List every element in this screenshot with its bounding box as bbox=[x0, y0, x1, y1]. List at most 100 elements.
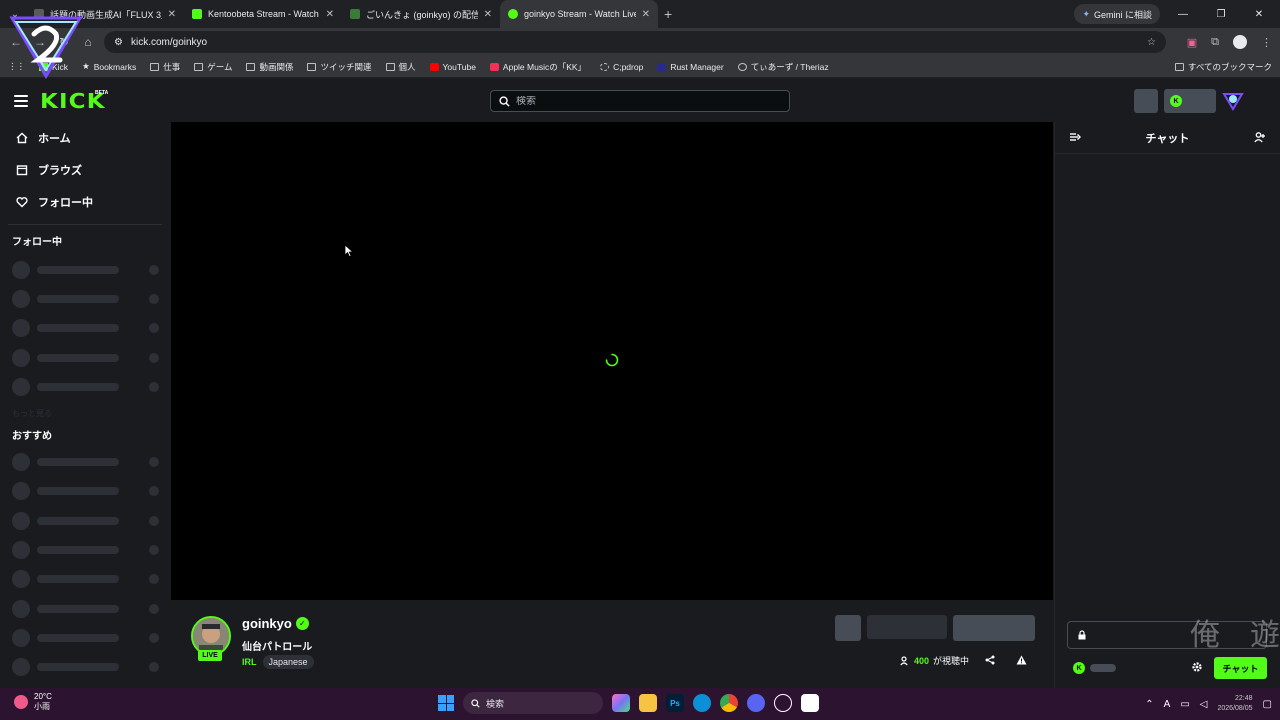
channel-skeleton[interactable] bbox=[0, 447, 170, 476]
obs-icon[interactable] bbox=[774, 694, 792, 712]
weather-widget[interactable]: 20°C 小雨 bbox=[14, 692, 52, 712]
gemini-button[interactable]: ✦ Gemini に相談 bbox=[1074, 4, 1160, 24]
show-more-link[interactable]: もっと見る bbox=[0, 401, 170, 425]
bookmark-item[interactable]: てぃあーず / Theriaz bbox=[737, 61, 829, 73]
bookmark-item[interactable]: YouTube bbox=[429, 62, 476, 72]
collapse-chat-icon[interactable] bbox=[1069, 131, 1081, 143]
channel-skeleton[interactable] bbox=[0, 506, 170, 535]
sidebar-item-following[interactable]: フォロー中 bbox=[0, 186, 170, 218]
chat-input[interactable] bbox=[1067, 621, 1267, 649]
discord-icon[interactable] bbox=[747, 694, 765, 712]
new-tab-button[interactable]: + bbox=[664, 6, 672, 22]
ime-icon[interactable]: A bbox=[1164, 699, 1171, 710]
bookmark-folder[interactable]: 個人 bbox=[385, 61, 416, 73]
streamer-name[interactable]: goinkyo ✓ bbox=[242, 616, 309, 631]
channel-skeleton[interactable] bbox=[0, 255, 170, 284]
user-avatar[interactable] bbox=[1222, 90, 1244, 112]
category-link[interactable]: IRL bbox=[242, 657, 257, 667]
file-explorer-icon[interactable] bbox=[639, 694, 657, 712]
bookmark-item[interactable]: Kick bbox=[39, 62, 68, 72]
site-info-icon[interactable]: ⚙ bbox=[114, 37, 123, 48]
skeleton-avatar bbox=[12, 541, 30, 560]
notification-button[interactable] bbox=[835, 615, 861, 641]
back-button[interactable]: ← bbox=[4, 35, 28, 49]
close-icon[interactable]: ✕ bbox=[168, 9, 176, 20]
channel-skeleton[interactable] bbox=[0, 372, 170, 401]
browser-tab[interactable]: ごいんきょ (goinkyo) の配信統計 | ✕ bbox=[342, 0, 500, 28]
bookmark-item[interactable]: Rust Manager bbox=[657, 62, 724, 72]
header-skeleton-button[interactable] bbox=[1134, 89, 1158, 113]
subscribe-button[interactable] bbox=[953, 615, 1035, 641]
bookmark-folder[interactable]: 仕事 bbox=[150, 61, 180, 73]
clock[interactable]: 22:48 2026/08/05 bbox=[1218, 694, 1253, 714]
address-bar[interactable]: ⚙ kick.com/goinkyo ☆ bbox=[104, 31, 1166, 53]
browser-tab-active[interactable]: goinkyo Stream - Watch Live on ✕ bbox=[500, 0, 658, 28]
bookmark-item[interactable]: Apple Musicの「KK」 bbox=[489, 61, 586, 73]
copilot-icon[interactable] bbox=[612, 694, 630, 712]
follow-button[interactable] bbox=[867, 615, 947, 639]
close-icon[interactable]: ✕ bbox=[326, 9, 334, 20]
skeleton-dot bbox=[149, 603, 159, 614]
sidebar-item-browse[interactable]: ブラウズ bbox=[0, 154, 170, 186]
network-icon[interactable]: ▭ bbox=[1180, 699, 1189, 710]
channel-skeleton[interactable] bbox=[0, 565, 170, 594]
search-box[interactable] bbox=[490, 90, 790, 112]
bookmark-star-icon[interactable]: ☆ bbox=[1147, 37, 1156, 48]
sparkle-icon: ✦ bbox=[1082, 8, 1090, 19]
all-bookmarks-button[interactable]: すべてのブックマーク bbox=[1174, 56, 1272, 78]
bookmark-item[interactable]: ★ Bookmarks bbox=[82, 61, 136, 72]
minimize-button[interactable]: — bbox=[1168, 9, 1198, 20]
bookmark-folder[interactable]: ツイッチ関連 bbox=[307, 61, 372, 73]
skeleton-dot bbox=[149, 545, 159, 556]
close-icon[interactable]: ✕ bbox=[484, 9, 492, 20]
channel-skeleton[interactable] bbox=[0, 535, 170, 564]
apps-grid-icon[interactable]: ⋮⋮ bbox=[8, 61, 25, 72]
share-icon[interactable] bbox=[985, 655, 995, 665]
channel-skeleton[interactable] bbox=[0, 284, 170, 313]
bookmark-item[interactable]: C;pdrop bbox=[600, 62, 643, 72]
channel-skeleton[interactable] bbox=[0, 623, 170, 652]
chevron-up-icon[interactable]: ⌃ bbox=[1145, 699, 1153, 710]
volume-icon[interactable]: ◁ bbox=[1200, 699, 1208, 710]
photoshop-icon[interactable]: Ps bbox=[666, 694, 684, 712]
chat-users-icon[interactable] bbox=[1254, 131, 1266, 143]
chat-balance[interactable]: K bbox=[1073, 662, 1116, 674]
home-button[interactable]: ⌂ bbox=[76, 35, 100, 49]
tab-search-button[interactable]: ⌄ bbox=[4, 3, 26, 25]
menu-icon[interactable] bbox=[14, 95, 28, 107]
windows-start-icon[interactable] bbox=[438, 695, 454, 711]
settings-gear-icon[interactable] bbox=[1191, 661, 1203, 673]
close-window-button[interactable]: ✕ bbox=[1244, 9, 1274, 20]
edge-icon[interactable] bbox=[693, 694, 711, 712]
r-icon bbox=[657, 62, 667, 71]
forward-button[interactable]: → bbox=[28, 35, 52, 49]
search-input[interactable] bbox=[516, 95, 781, 107]
skeleton-text bbox=[37, 458, 119, 467]
profile-avatar[interactable] bbox=[1233, 35, 1247, 49]
browser-tab[interactable]: Kentoobeta Stream - Watch Live ✕ bbox=[184, 0, 342, 28]
channel-skeleton[interactable] bbox=[0, 314, 170, 343]
skeleton-avatar bbox=[12, 482, 30, 501]
language-tag[interactable]: Japanese bbox=[262, 655, 314, 669]
reload-button[interactable]: ↻ bbox=[52, 35, 76, 49]
report-warning-icon[interactable] bbox=[1016, 655, 1027, 665]
chat-send-button[interactable]: チャット bbox=[1214, 657, 1267, 679]
kick-balance-button[interactable]: K bbox=[1164, 89, 1216, 113]
taskbar-search[interactable]: 検索 bbox=[463, 692, 603, 714]
notification-icon[interactable]: ▢ bbox=[1263, 699, 1272, 710]
channel-skeleton[interactable] bbox=[0, 343, 170, 372]
menu-kebab-icon[interactable]: ⋮ bbox=[1261, 36, 1272, 49]
extensions-puzzle-icon[interactable]: ⧉ bbox=[1211, 36, 1219, 49]
channel-skeleton[interactable] bbox=[0, 653, 170, 682]
channel-skeleton[interactable] bbox=[0, 477, 170, 506]
maximize-button[interactable]: ❐ bbox=[1206, 9, 1236, 20]
sidebar-item-home[interactable]: ホーム bbox=[0, 122, 170, 154]
channel-skeleton[interactable] bbox=[0, 594, 170, 623]
bookmark-folder[interactable]: 動画関係 bbox=[246, 61, 293, 73]
chrome-icon[interactable] bbox=[720, 694, 738, 712]
browser-tab[interactable]: 話題の動画生成AI「FLUX 3」は文 ✕ bbox=[26, 0, 184, 28]
close-icon[interactable]: ✕ bbox=[642, 9, 650, 20]
bookmark-folder[interactable]: ゲーム bbox=[194, 61, 232, 73]
store-icon[interactable] bbox=[801, 694, 819, 712]
extension-icon[interactable]: ▣ bbox=[1187, 36, 1197, 49]
